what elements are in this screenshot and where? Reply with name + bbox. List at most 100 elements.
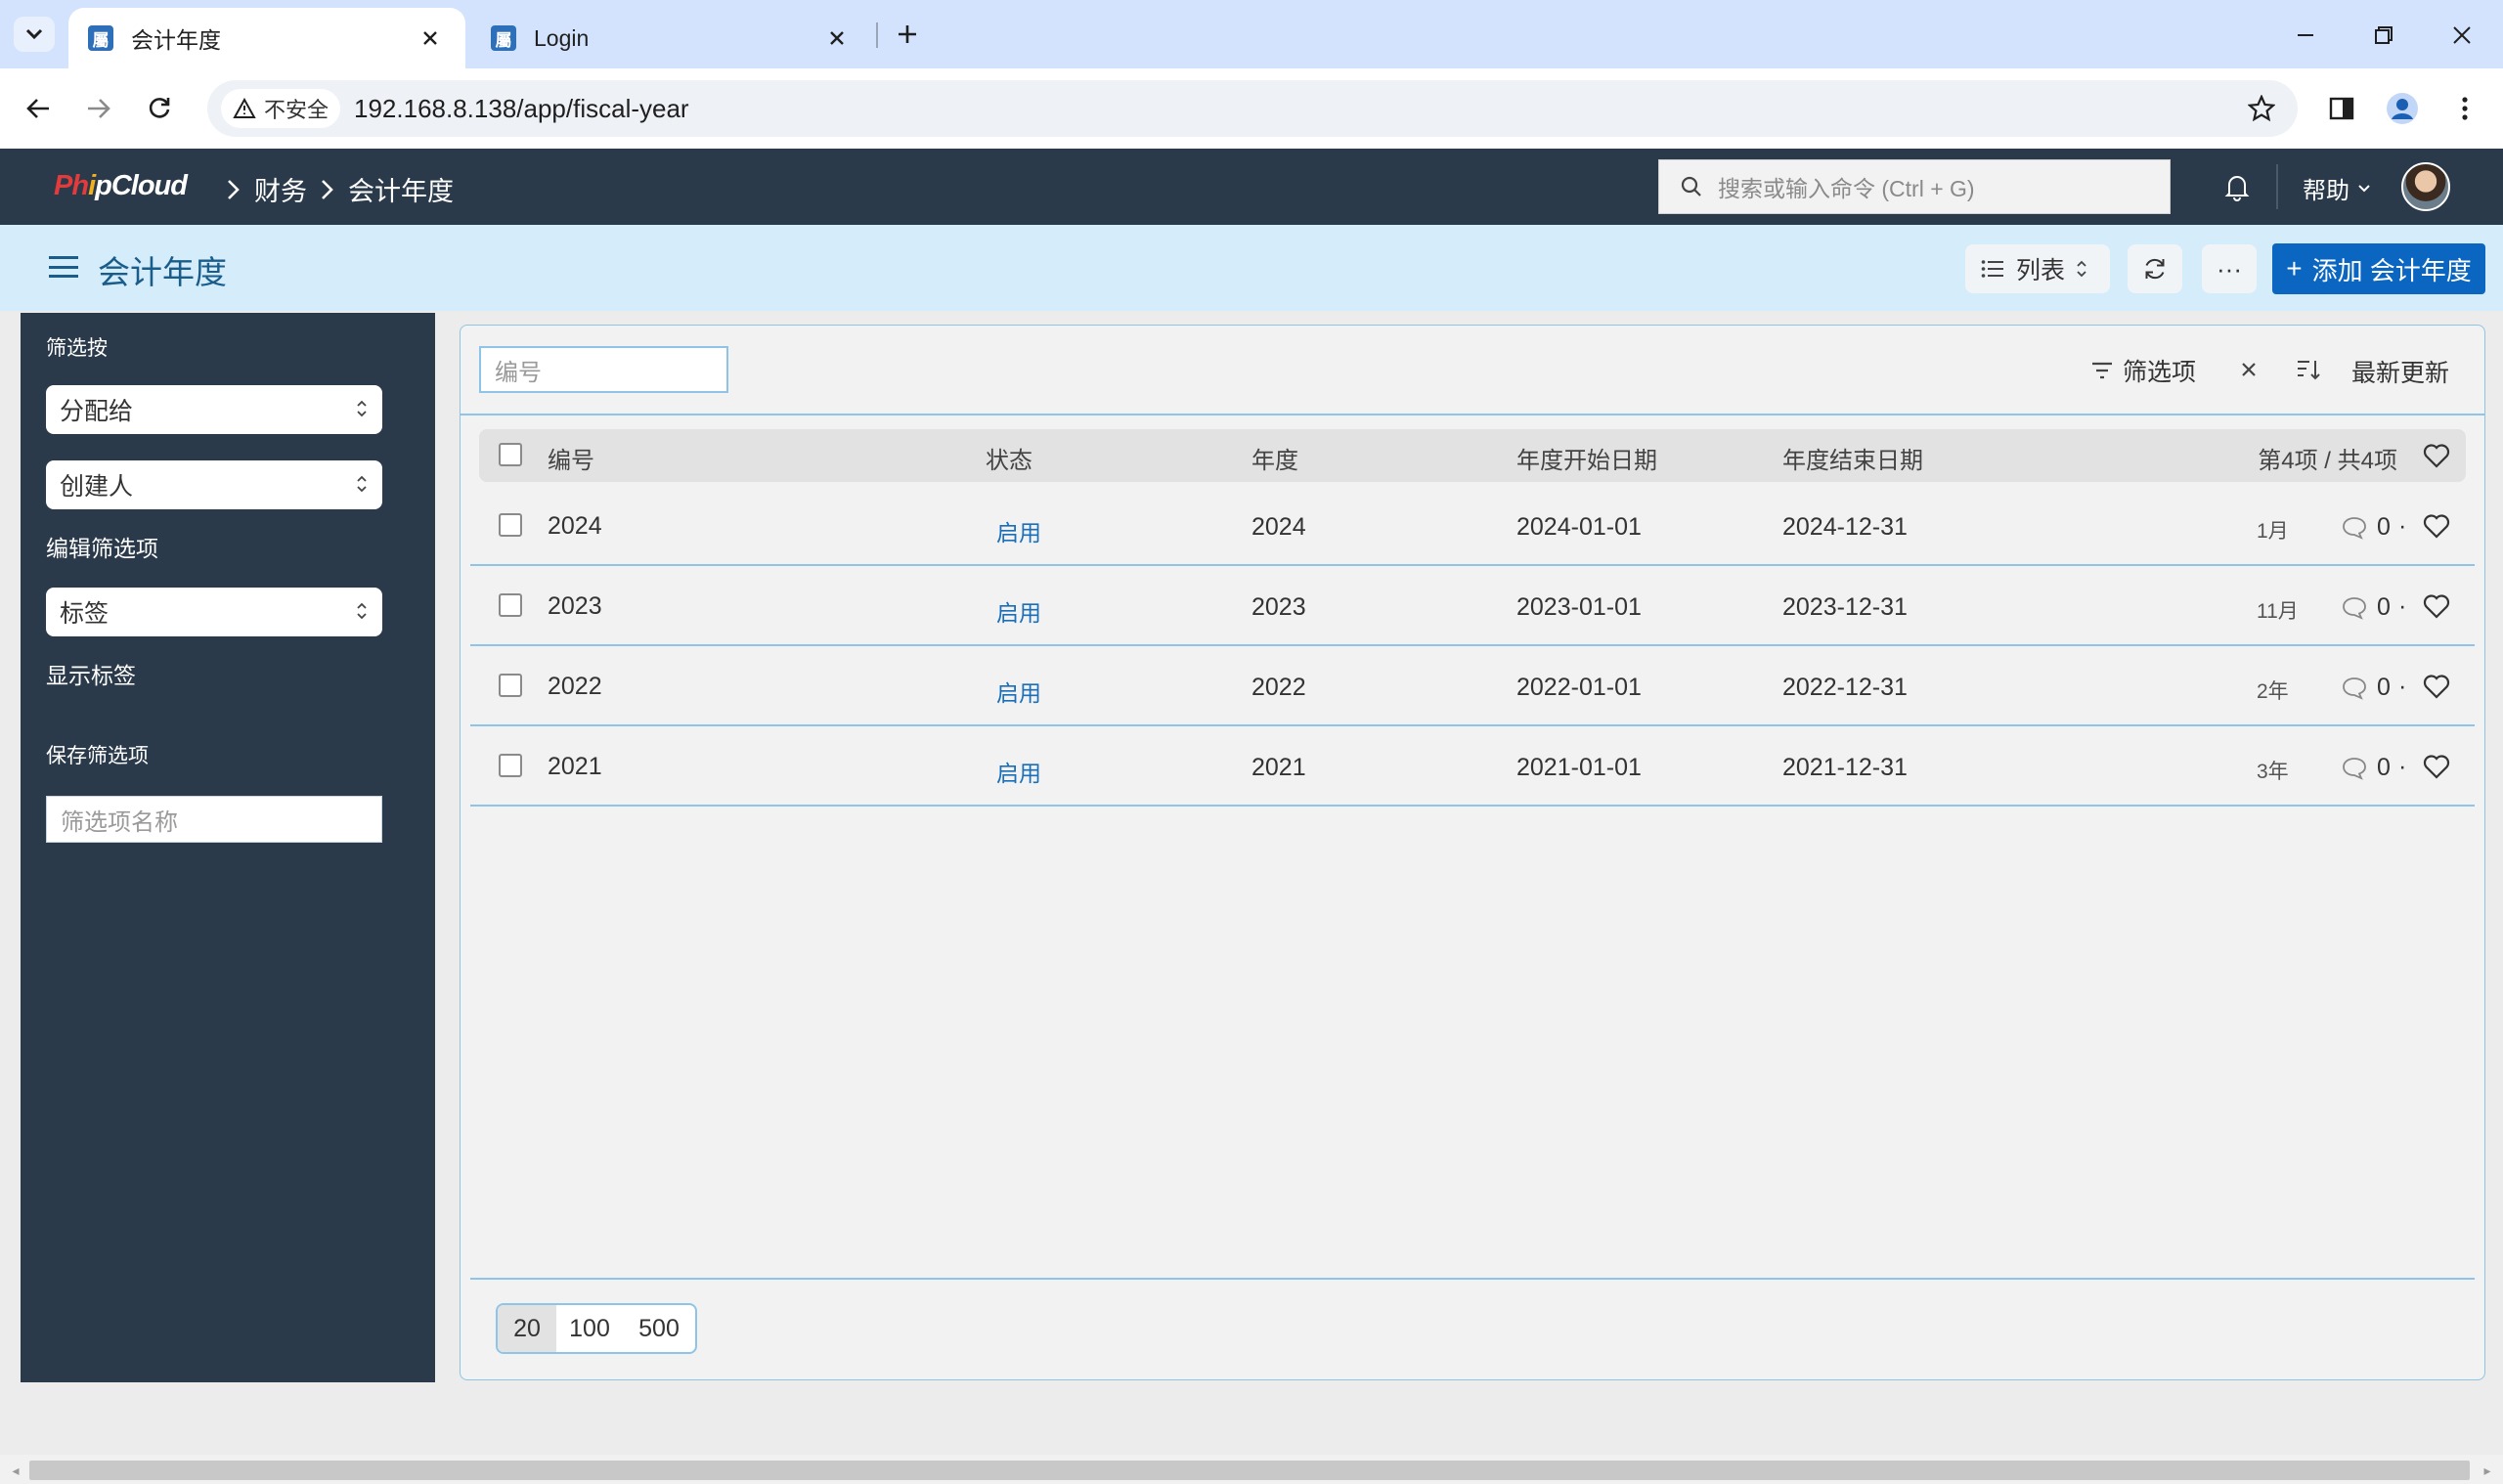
column-header-start-date[interactable]: 年度开始日期 xyxy=(1516,441,1657,475)
list-row[interactable]: 2024 启用 2024 2024-01-01 2024-12-31 1月 0 … xyxy=(470,486,2475,566)
plus-icon xyxy=(899,25,916,43)
assigned-to-select[interactable]: 分配给 xyxy=(46,385,382,434)
new-tab-button[interactable] xyxy=(890,17,925,52)
back-button[interactable] xyxy=(18,88,59,129)
select-all-checkbox[interactable] xyxy=(499,443,522,466)
view-switcher-button[interactable]: 列表 xyxy=(1965,244,2110,293)
scrollbar-thumb[interactable] xyxy=(29,1461,2470,1480)
status-badge[interactable]: 启用 xyxy=(996,594,1041,628)
close-window-button[interactable] xyxy=(2440,14,2483,57)
row-checkbox[interactable] xyxy=(499,754,522,777)
navbar-divider xyxy=(2276,164,2278,209)
profile-button[interactable] xyxy=(2382,88,2423,129)
reload-icon xyxy=(149,98,170,118)
kebab-menu-icon xyxy=(2462,97,2468,120)
status-badge[interactable]: 启用 xyxy=(996,675,1041,708)
list-row[interactable]: 2022 启用 2022 2022-01-01 2022-12-31 2年 0 … xyxy=(470,646,2475,726)
tab-fiscal-year[interactable]: 屬 会计年度 xyxy=(68,8,465,68)
heart-icon[interactable] xyxy=(2421,591,2452,621)
sort-by-selector[interactable]: 最新更新 xyxy=(2351,354,2449,389)
scroll-left-icon[interactable]: ◂ xyxy=(8,1461,23,1480)
comment-count[interactable]: 0 xyxy=(2342,674,2391,702)
forward-button[interactable] xyxy=(78,88,119,129)
scroll-right-icon[interactable]: ▸ xyxy=(2480,1461,2495,1480)
sidebar-toggle-icon[interactable] xyxy=(49,252,78,282)
awesomebar-search[interactable]: 搜索或输入命令 (Ctrl + G) xyxy=(1658,159,2171,214)
list-row[interactable]: 2021 启用 2021 2021-01-01 2021-12-31 3年 0 … xyxy=(470,726,2475,807)
id-filter-input[interactable]: 编号 xyxy=(479,346,728,393)
tab-title: 会计年度 xyxy=(131,27,221,53)
breadcrumb: 财务 会计年度 xyxy=(213,170,454,208)
comment-count[interactable]: 0 xyxy=(2342,593,2391,622)
bell-icon xyxy=(2224,176,2250,201)
page-size-20-button[interactable]: 20 xyxy=(498,1305,556,1352)
column-header-end-date[interactable]: 年度结束日期 xyxy=(1782,441,1923,475)
status-badge[interactable]: 启用 xyxy=(996,514,1041,547)
row-start-date: 2023-01-01 xyxy=(1516,593,1642,621)
chevron-right-icon xyxy=(321,179,334,200)
more-actions-button[interactable]: ··· xyxy=(2202,244,2257,293)
app-logo[interactable]: PhipCloud xyxy=(54,170,188,202)
tab-login[interactable]: 屬 Login xyxy=(471,8,872,68)
row-id-link[interactable]: 2023 xyxy=(548,592,602,621)
notifications-button[interactable] xyxy=(2219,168,2255,205)
show-tags-link[interactable]: 显示标签 xyxy=(46,657,136,690)
bookmark-button[interactable] xyxy=(2241,88,2282,129)
comment-count[interactable]: 0 xyxy=(2342,754,2391,782)
filter-name-input[interactable]: 筛选项名称 xyxy=(46,796,382,843)
tab-close-icon[interactable] xyxy=(415,22,446,54)
tab-close-icon[interactable] xyxy=(821,22,853,54)
horizontal-scrollbar[interactable]: ◂ ▸ xyxy=(0,1455,2503,1484)
page-size-100-button[interactable]: 100 xyxy=(556,1305,623,1352)
browser-menu-button[interactable] xyxy=(2444,88,2485,129)
page-size-500-button[interactable]: 500 xyxy=(623,1305,695,1352)
row-modified-ago: 2年 xyxy=(2257,680,2289,703)
column-header-status[interactable]: 状态 xyxy=(986,441,1032,475)
minimize-icon xyxy=(2298,34,2313,36)
row-id-link[interactable]: 2021 xyxy=(548,753,602,781)
clear-filters-button[interactable] xyxy=(2232,353,2265,386)
breadcrumb-finance[interactable]: 财务 xyxy=(254,170,307,208)
star-icon xyxy=(2248,95,2275,122)
breadcrumb-fiscal-year[interactable]: 会计年度 xyxy=(348,170,454,208)
add-fiscal-year-button[interactable]: + 添加 会计年度 xyxy=(2272,243,2485,294)
tab-search-button[interactable] xyxy=(14,17,55,52)
select-arrows-icon xyxy=(357,475,367,493)
minimize-button[interactable] xyxy=(2284,14,2327,57)
comment-count[interactable]: 0 xyxy=(2342,513,2391,542)
list-icon xyxy=(1981,259,2004,279)
comment-icon xyxy=(2342,677,2367,700)
heart-icon[interactable] xyxy=(2421,752,2452,781)
address-bar[interactable]: 不安全 192.168.8.138/app/fiscal-year xyxy=(207,80,2298,137)
edit-filters-link[interactable]: 编辑筛选项 xyxy=(46,530,158,563)
status-badge[interactable]: 启用 xyxy=(996,755,1041,788)
sort-descending-icon xyxy=(2298,361,2320,380)
column-header-year[interactable]: 年度 xyxy=(1252,441,1298,475)
heart-icon[interactable] xyxy=(2421,672,2452,701)
row-checkbox[interactable] xyxy=(499,674,522,697)
list-row[interactable]: 2023 启用 2023 2023-01-01 2023-12-31 11月 0… xyxy=(470,566,2475,646)
row-id-link[interactable]: 2024 xyxy=(548,512,602,541)
heart-icon[interactable] xyxy=(2421,511,2452,541)
user-avatar[interactable] xyxy=(2401,162,2450,211)
page-head: 会计年度 列表 ··· + 添加 会计年度 xyxy=(0,225,2503,311)
refresh-button[interactable] xyxy=(2128,244,2182,293)
side-panel-button[interactable] xyxy=(2321,88,2362,129)
column-header-id[interactable]: 编号 xyxy=(548,441,594,475)
filter-button[interactable]: 筛选项 xyxy=(2091,353,2196,388)
reload-button[interactable] xyxy=(139,88,180,129)
restore-button[interactable] xyxy=(2362,14,2405,57)
tags-select[interactable]: 标签 xyxy=(46,588,382,636)
select-arrows-icon xyxy=(357,400,367,417)
heart-icon[interactable] xyxy=(2421,441,2452,470)
security-chip[interactable]: 不安全 xyxy=(221,89,341,128)
sort-order-button[interactable] xyxy=(2293,353,2326,386)
plus-icon: + xyxy=(2286,253,2303,284)
row-checkbox[interactable] xyxy=(499,513,522,537)
help-dropdown[interactable]: 帮助 xyxy=(2303,171,2371,205)
created-by-select[interactable]: 创建人 xyxy=(46,460,382,509)
row-id-link[interactable]: 2022 xyxy=(548,673,602,701)
comment-icon xyxy=(2342,516,2367,540)
row-checkbox[interactable] xyxy=(499,593,522,617)
divider xyxy=(461,414,2484,415)
